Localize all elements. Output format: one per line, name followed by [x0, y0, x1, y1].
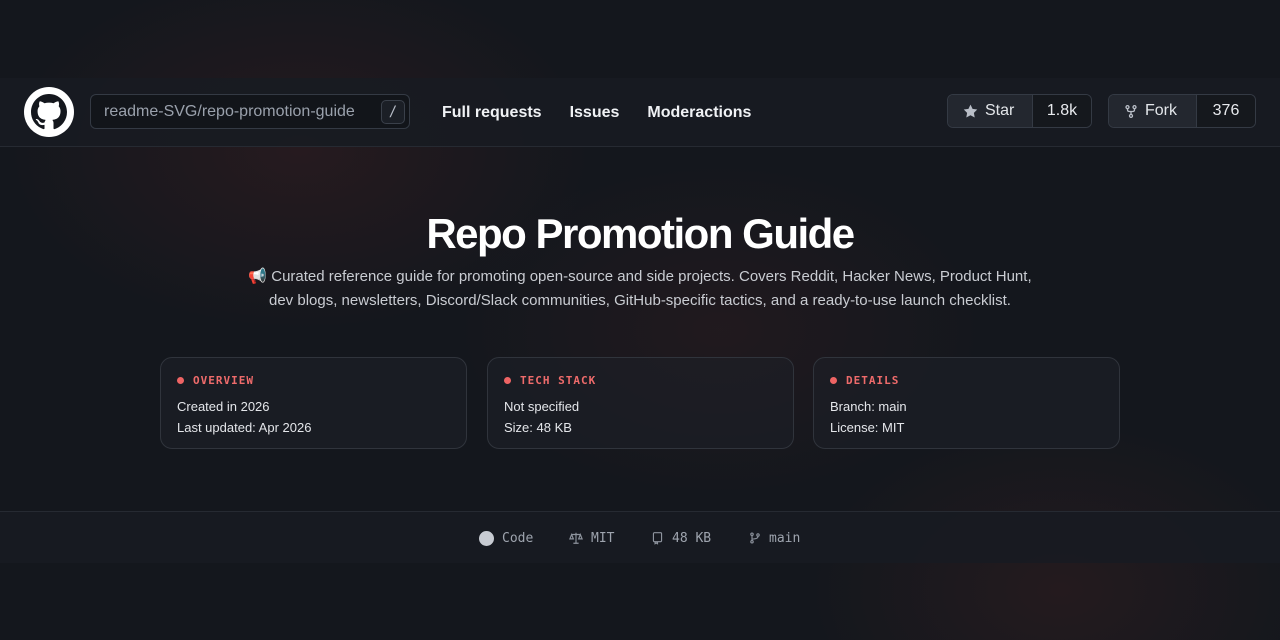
repo-search-input[interactable]: readme-SVG/repo-promotion-guide /	[90, 94, 410, 129]
nav-issues[interactable]: Issues	[570, 104, 620, 122]
megaphone-icon: 📢	[248, 268, 268, 285]
branch-label: main	[769, 530, 801, 546]
page-title: Repo Promotion Guide	[426, 210, 855, 257]
search-value: readme-SVG/repo-promotion-guide	[104, 102, 355, 120]
dot-icon	[504, 377, 511, 384]
overview-card: OVERVIEW Created in 2026 Last updated: A…	[160, 357, 467, 449]
branch-item: main	[749, 512, 800, 564]
details-card: DETAILS Branch: main License: MIT	[813, 357, 1120, 449]
license-item: MIT	[569, 512, 614, 564]
size-item: 48 KB	[651, 512, 711, 564]
license-label: MIT	[591, 530, 615, 546]
card-line: Branch: main	[830, 399, 907, 414]
branch-icon	[750, 532, 760, 544]
card-heading: DETAILS	[846, 374, 900, 387]
card-line: Not specified	[504, 399, 580, 414]
star-label: Star	[985, 102, 1015, 119]
card-line: Size: 48 KB	[504, 420, 572, 435]
repo-description: 📢 Curated reference guide for promoting …	[240, 265, 1040, 313]
card-heading: TECH STACK	[520, 374, 597, 387]
nav-moderactions[interactable]: Moderactions	[647, 104, 751, 122]
star-count[interactable]: 1.8k	[1033, 95, 1091, 127]
star-button[interactable]: Star	[948, 95, 1033, 127]
github-logo-icon[interactable]	[24, 87, 74, 137]
dot-icon	[177, 377, 184, 384]
main-nav: Full requests Issues Moderactions	[442, 78, 751, 147]
repo-meta-bar: Code MIT 48 KB main	[0, 511, 1280, 563]
star-icon	[963, 104, 978, 117]
fork-button-group: Fork 376	[1108, 94, 1256, 128]
description-text: Curated reference guide for promoting op…	[269, 268, 1032, 309]
repo-icon	[652, 532, 663, 545]
tech-stack-card: TECH STACK Not specified Size: 48 KB	[487, 357, 794, 449]
size-label: 48 KB	[672, 530, 712, 546]
scale-icon	[569, 532, 583, 544]
card-line: License: MIT	[830, 420, 905, 435]
search-shortcut-key: /	[381, 100, 405, 124]
fork-label: Fork	[1145, 102, 1177, 119]
star-button-group: Star 1.8k	[947, 94, 1092, 128]
nav-full-requests[interactable]: Full requests	[442, 104, 542, 122]
card-line: Last updated: Apr 2026	[177, 420, 312, 435]
fork-icon	[1125, 104, 1137, 118]
language-label: Code	[502, 530, 534, 546]
language-color-icon	[479, 530, 494, 546]
card-line: Created in 2026	[177, 399, 270, 414]
fork-count[interactable]: 376	[1197, 95, 1255, 127]
dot-icon	[830, 377, 837, 384]
fork-button[interactable]: Fork	[1109, 95, 1197, 127]
card-heading: OVERVIEW	[193, 374, 254, 387]
top-bar: readme-SVG/repo-promotion-guide / Full r…	[0, 78, 1280, 147]
language-item: Code	[479, 512, 533, 564]
